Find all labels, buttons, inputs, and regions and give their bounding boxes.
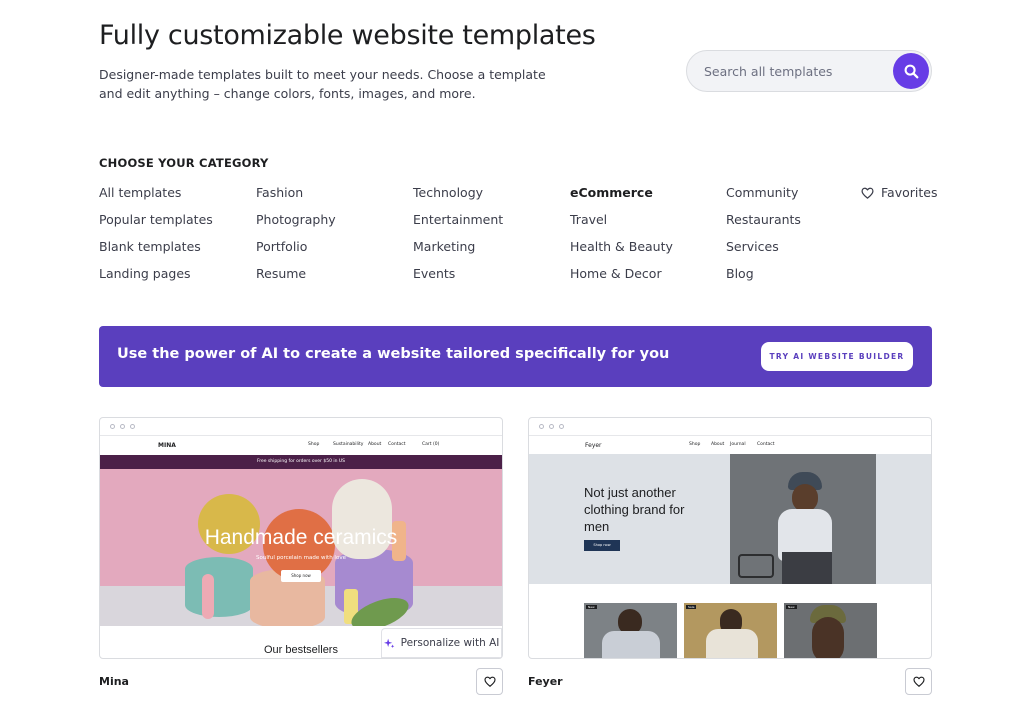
category-community[interactable]: Community	[726, 185, 801, 212]
preview-nav-item: About	[368, 442, 382, 447]
preview-brand: Feyer	[585, 442, 602, 449]
preview-product-tag: New	[786, 605, 797, 609]
preview-hero-button: Shop now	[584, 540, 620, 551]
category-blog[interactable]: Blog	[726, 266, 801, 293]
category-column: Fashion Photography Portfolio Resume	[256, 185, 336, 293]
page-subtitle: Designer-made templates built to meet yo…	[99, 67, 546, 101]
template-card-feyer[interactable]: Feyer Shop About Journal Contact Not jus…	[528, 417, 932, 659]
preview-cart: Cart (0)	[422, 442, 440, 447]
category-fashion[interactable]: Fashion	[256, 185, 336, 212]
category-home-decor[interactable]: Home & Decor	[570, 266, 673, 293]
favorites-link[interactable]: Favorites	[861, 185, 937, 200]
preview-promo-text: Free shipping for orders over $50 in US	[256, 459, 346, 464]
favorite-button-feyer[interactable]	[905, 668, 932, 695]
preview-product: Sale	[684, 603, 777, 658]
category-column: Technology Entertainment Marketing Event…	[413, 185, 503, 293]
category-column: Community Restaurants Services Blog	[726, 185, 801, 293]
preview-nav-item: About	[711, 442, 725, 447]
personalize-with-ai-button[interactable]: Personalize with AI	[381, 628, 502, 658]
ai-banner-text: Use the power of AI to create a website …	[117, 346, 670, 362]
category-events[interactable]: Events	[413, 266, 503, 293]
category-popular-templates[interactable]: Popular templates	[99, 212, 213, 239]
sparkle-icon	[383, 638, 394, 648]
favorite-button-mina[interactable]	[476, 668, 503, 695]
search-icon	[904, 64, 918, 78]
preview-product-tag: Sale	[686, 605, 697, 609]
category-photography[interactable]: Photography	[256, 212, 336, 239]
preview-nav-item: Journal	[730, 442, 746, 447]
category-restaurants[interactable]: Restaurants	[726, 212, 801, 239]
search-button[interactable]	[893, 53, 929, 89]
ai-banner: Use the power of AI to create a website …	[99, 326, 932, 387]
preview-hero-button-label: Shop now	[291, 573, 311, 578]
category-travel[interactable]: Travel	[570, 212, 673, 239]
preview-nav: MINA Shop Sustainability About Contact C…	[100, 437, 502, 455]
preview-nav: Feyer Shop About Journal Contact	[529, 437, 931, 455]
category-ecommerce[interactable]: eCommerce	[570, 185, 673, 212]
template-name: Mina	[99, 675, 129, 688]
page-title: Fully customizable website templates	[99, 20, 596, 51]
preview-nav-item: Contact	[757, 442, 775, 447]
preview-hero-title: Not just another clothing brand for men	[584, 485, 685, 534]
preview-hero-title: Handmade ceramics	[204, 526, 398, 549]
preview-nav-item: Sustainability	[333, 442, 364, 447]
template-name: Feyer	[528, 675, 563, 688]
preview-hero-subtitle: Soulful porcelain made with love	[256, 555, 346, 561]
preview-brand: MINA	[158, 442, 176, 449]
preview-product-tag: New	[586, 605, 597, 609]
preview-hero-button: Shop now	[281, 570, 321, 582]
category-technology[interactable]: Technology	[413, 185, 503, 212]
preview-nav-item: Shop	[689, 442, 701, 447]
heart-icon	[912, 676, 925, 687]
preview-nav-item: Shop	[308, 442, 320, 447]
browser-bar	[529, 418, 931, 436]
preview-product: New	[784, 603, 877, 658]
category-marketing[interactable]: Marketing	[413, 239, 503, 266]
preview-product: New	[584, 603, 677, 658]
category-blank-templates[interactable]: Blank templates	[99, 239, 213, 266]
category-health-beauty[interactable]: Health & Beauty	[570, 239, 673, 266]
search-input[interactable]	[704, 61, 884, 81]
browser-bar	[100, 418, 502, 436]
category-landing-pages[interactable]: Landing pages	[99, 266, 213, 293]
category-portfolio[interactable]: Portfolio	[256, 239, 336, 266]
category-heading: CHOOSE YOUR CATEGORY	[99, 156, 269, 170]
category-all-templates[interactable]: All templates	[99, 185, 213, 212]
try-ai-website-builder-button[interactable]: TRY AI WEBSITE BUILDER	[761, 342, 913, 371]
preview-nav-item: Contact	[388, 442, 406, 447]
preview-hero-photo	[730, 454, 876, 584]
category-entertainment[interactable]: Entertainment	[413, 212, 503, 239]
heart-icon	[861, 187, 874, 199]
template-search	[686, 50, 932, 92]
favorites-label: Favorites	[881, 185, 938, 200]
personalize-label: Personalize with AI	[400, 637, 500, 649]
heart-icon	[483, 676, 496, 687]
category-column: eCommerce Travel Health & Beauty Home & …	[570, 185, 673, 293]
category-services[interactable]: Services	[726, 239, 801, 266]
category-resume[interactable]: Resume	[256, 266, 336, 293]
template-card-mina[interactable]: MINA Shop Sustainability About Contact C…	[99, 417, 503, 659]
category-column: All templates Popular templates Blank te…	[99, 185, 213, 293]
preview-promo-bar: Free shipping for orders over $50 in US	[100, 455, 502, 469]
preview-hero-button-label: Shop now	[593, 543, 611, 547]
